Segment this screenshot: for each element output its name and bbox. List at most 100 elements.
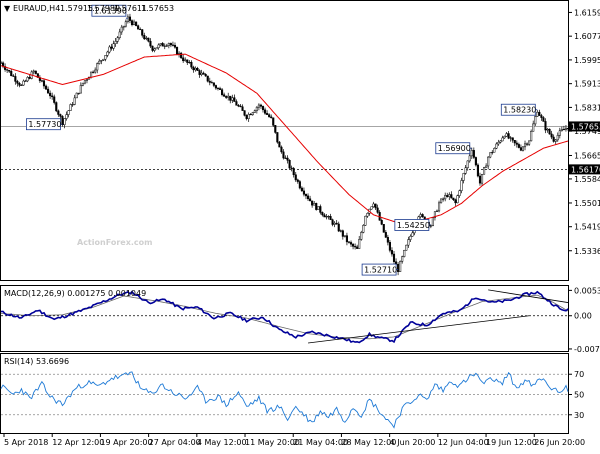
candle-body [243, 110, 246, 116]
candle-body [392, 253, 396, 262]
candle-body [16, 81, 19, 84]
candle-body [8, 69, 11, 72]
candle-body [202, 72, 205, 75]
candle-body [552, 136, 555, 142]
candle-body [171, 44, 174, 46]
candle-body [560, 129, 563, 132]
candle-body [331, 219, 334, 225]
candle-body [272, 117, 275, 126]
candle-body [0, 62, 3, 64]
candle-body [435, 210, 439, 212]
candle-body [280, 146, 283, 153]
candle-body [53, 96, 56, 103]
time-axis-label: 12 Jun 04:00 [438, 438, 489, 447]
candle-body [300, 187, 303, 192]
candle-body [523, 143, 527, 148]
price-menu-triangle[interactable]: ▼ [4, 4, 11, 13]
candle-body [352, 243, 355, 247]
candle-body [372, 203, 375, 208]
candle-body [311, 200, 314, 206]
candle-body [309, 198, 312, 202]
candle-body [315, 203, 318, 210]
candle-body [386, 237, 389, 243]
candle-body [319, 206, 322, 213]
candle-body [530, 131, 533, 142]
candle-body [98, 60, 101, 64]
candle-body [200, 72, 203, 75]
candle-body [165, 45, 168, 47]
candle-body [489, 152, 492, 158]
candle-body [61, 116, 64, 125]
candle-body [255, 106, 258, 111]
support-price-label: 1.56170 [571, 165, 600, 174]
candle-body [517, 144, 520, 148]
candle-body [538, 111, 541, 116]
candle-body [81, 82, 84, 86]
candle-body [139, 28, 142, 31]
forex-chart[interactable]: ActionForex.com 1.613901.577301.527101.5… [0, 0, 600, 450]
candle-body [206, 75, 209, 82]
candle-body [278, 141, 281, 148]
candle-body [440, 198, 443, 204]
candle-body [493, 148, 496, 153]
candle-body [466, 160, 469, 169]
candle-body [397, 264, 400, 272]
candle-body [169, 43, 172, 46]
price-callout-label: 1.54250 [397, 221, 430, 230]
candle-body [141, 29, 144, 36]
candle-body [151, 45, 154, 51]
price-axis-label: 1.53360 [574, 247, 600, 256]
candle-body [161, 43, 164, 47]
rsi-axis-label: 30 [574, 411, 584, 420]
candle-body [42, 80, 46, 87]
candle-body [10, 71, 13, 77]
candle-body [566, 127, 570, 130]
price-callout-label: 1.52710 [364, 266, 397, 275]
candle-body [317, 206, 320, 210]
candle-body [214, 85, 217, 89]
candle-body [266, 113, 269, 115]
candle-body [196, 67, 199, 71]
candle-body [251, 112, 254, 115]
price-axis-label: 1.60770 [574, 32, 600, 41]
price-axis-label: 1.59950 [574, 56, 600, 65]
candle-body [264, 109, 267, 114]
candle-body [28, 77, 31, 79]
candle-body [487, 156, 490, 167]
candle-body [546, 128, 549, 131]
time-axis-label: 26 Jun 20:00 [534, 438, 585, 447]
candle-body [288, 160, 291, 169]
candle-body [167, 43, 170, 46]
candle-body [153, 48, 156, 51]
rsi-header: RSI(14) 53.6696 [4, 357, 69, 366]
candle-body [511, 137, 514, 141]
candle-body [63, 118, 66, 125]
price-axis-label: 1.61590 [574, 8, 600, 17]
candle-body [366, 213, 369, 217]
candle-body [71, 104, 74, 106]
candle-body [24, 80, 27, 82]
candle-body [419, 214, 422, 218]
candle-body [452, 197, 455, 201]
candle-body [208, 80, 211, 83]
candle-body [261, 106, 265, 111]
candle-body [259, 104, 263, 107]
candle-body [210, 82, 213, 84]
candle-body [188, 61, 191, 64]
price-header-symbol: EURAUD,H4 [13, 4, 60, 13]
candle-body [182, 57, 185, 62]
candle-body [468, 155, 471, 162]
candle-body [73, 97, 76, 105]
candle-body [349, 242, 353, 245]
candle-body [554, 139, 557, 142]
watermark: ActionForex.com [77, 238, 152, 247]
candle-body [474, 157, 477, 166]
candle-body [47, 88, 50, 94]
price-header-close: 1.57653 [141, 4, 174, 13]
candle-body [405, 244, 408, 251]
candle-body [470, 150, 473, 157]
candle-body [218, 88, 222, 90]
candle-body [407, 239, 410, 246]
candle-body [34, 70, 37, 74]
candle-body [157, 44, 160, 49]
